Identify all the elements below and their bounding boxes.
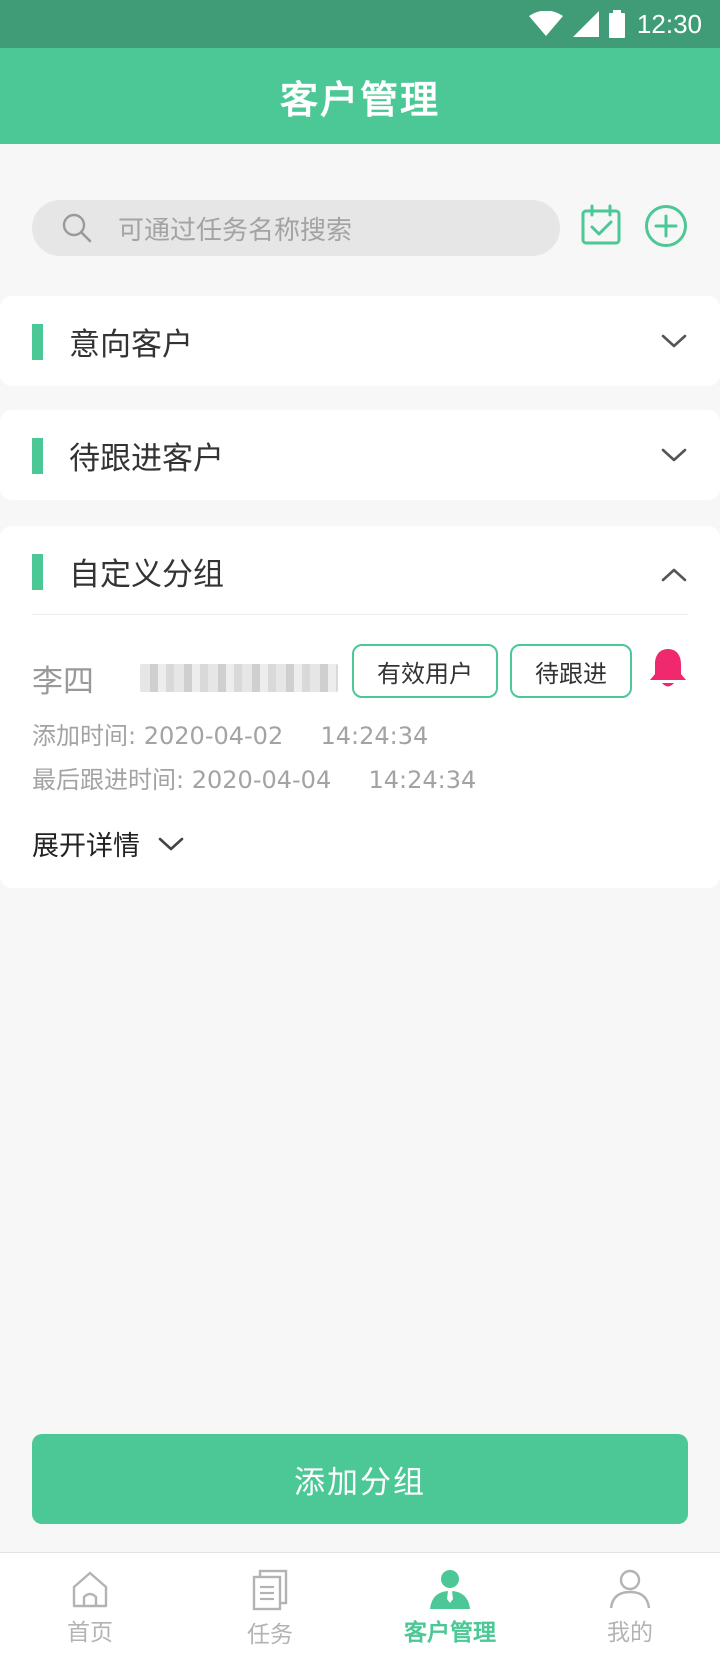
tab-label: 任务 (247, 1622, 293, 1648)
tab-label: 我的 (607, 1620, 653, 1646)
status-icons (528, 10, 625, 38)
expand-details-label: 展开详情 (32, 831, 140, 862)
tab-label: 客户管理 (404, 1620, 496, 1646)
customer-icon (430, 1570, 470, 1609)
tag-pending-follow[interactable]: 待跟进 (510, 644, 632, 698)
status-bar: 12:30 (0, 0, 720, 48)
group-custom: 自定义分组 李四 有效用户 待跟进 添加时间: 2020-04-02 14:24… (0, 526, 720, 888)
add-time-date: 2020-04-02 (143, 722, 284, 750)
group-pending-customers: 待跟进客户 (0, 410, 720, 500)
customer-name: 李四 (32, 664, 94, 700)
app-bar: 客户管理 (0, 48, 720, 144)
last-follow-clock: 14:24:34 (368, 766, 477, 794)
group-label: 意向客户 (69, 326, 193, 363)
group-label: 自定义分组 (69, 556, 224, 593)
expand-details-button[interactable]: 展开详情 (32, 824, 184, 863)
group-accent-bar (32, 438, 43, 474)
group-header[interactable]: 待跟进客户 (0, 410, 720, 500)
group-header[interactable]: 意向客户 (0, 296, 720, 386)
status-time: 12:30 (636, 8, 702, 39)
group-accent-bar (32, 554, 43, 590)
group-intent-customers: 意向客户 (0, 296, 720, 386)
search-input[interactable]: 可通过任务名称搜索 (32, 200, 560, 256)
last-follow-time: 最后跟进时间: 2020-04-04 14:24:34 (32, 760, 476, 795)
chevron-down-icon (158, 837, 184, 850)
tab-tasks[interactable]: 任务 (180, 1553, 360, 1664)
last-follow-date: 2020-04-04 (191, 766, 332, 794)
signal-icon (572, 11, 599, 37)
search-placeholder: 可通过任务名称搜索 (118, 215, 353, 246)
bell-icon[interactable] (648, 646, 688, 690)
bottom-tab-bar: 首页 任务 客户管理 我的 (0, 1552, 720, 1664)
tag-valid-user[interactable]: 有效用户 (352, 644, 498, 698)
add-time-label: 添加时间: (32, 722, 137, 750)
chevron-down-icon[interactable] (660, 446, 688, 464)
wifi-icon (528, 11, 563, 36)
document-icon (252, 1569, 288, 1611)
home-icon (72, 1571, 108, 1608)
group-accent-bar (32, 324, 43, 360)
search-row: 可通过任务名称搜索 (32, 200, 688, 256)
search-icon (62, 213, 92, 243)
page-title: 客户管理 (279, 77, 440, 122)
battery-icon (608, 10, 625, 38)
customer-phone-redacted (140, 664, 338, 692)
divider (32, 614, 688, 615)
add-time-clock: 14:24:34 (320, 722, 429, 750)
tab-home[interactable]: 首页 (0, 1553, 180, 1664)
group-label: 待跟进客户 (69, 440, 224, 477)
tab-label: 首页 (67, 1620, 113, 1646)
tab-customer-management[interactable]: 客户管理 (360, 1553, 540, 1664)
chevron-up-icon[interactable] (660, 566, 688, 584)
add-group-button[interactable]: 添加分组 (32, 1434, 688, 1524)
add-time: 添加时间: 2020-04-02 14:24:34 (32, 716, 428, 751)
group-header[interactable]: 自定义分组 (0, 526, 720, 616)
last-follow-label: 最后跟进时间: (32, 766, 185, 794)
chevron-down-icon[interactable] (660, 332, 688, 350)
calendar-check-icon[interactable] (580, 204, 622, 246)
person-icon (609, 1569, 651, 1609)
tab-mine[interactable]: 我的 (540, 1553, 720, 1664)
add-circle-icon[interactable] (644, 204, 688, 248)
